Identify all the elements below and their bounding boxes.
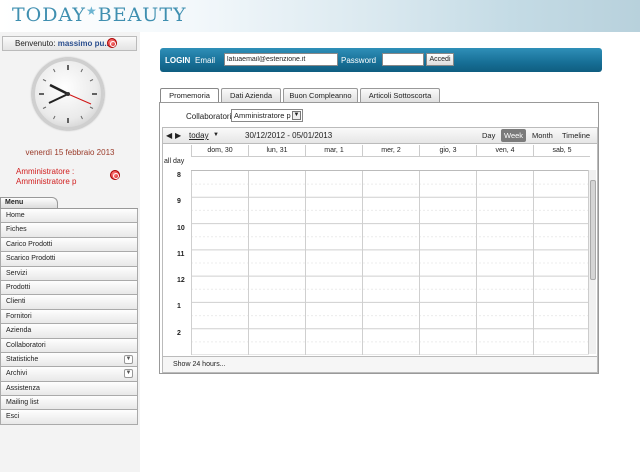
calendar-toolbar: ◀ ▶ today ▼ 30/12/2012 - 05/01/2013 Day … — [163, 128, 597, 144]
tab-articoli-sottoscorta[interactable]: Articoli Sottoscorta — [360, 88, 440, 102]
calendar: ◀ ▶ today ▼ 30/12/2012 - 05/01/2013 Day … — [162, 127, 598, 373]
day-header[interactable]: dom, 30 — [191, 145, 248, 157]
sidebar-item-statistiche[interactable]: Statistiche ▼ — [0, 352, 138, 368]
chevron-down-icon[interactable]: ▼ — [124, 369, 133, 379]
grid-lines — [191, 171, 589, 355]
password-field[interactable] — [382, 53, 424, 66]
hour-label: 11 — [177, 250, 185, 258]
password-label: Password — [341, 56, 377, 65]
hour-label: 10 — [177, 224, 185, 232]
day-header[interactable]: mar, 1 — [305, 145, 362, 157]
current-date: venerdì 15 febbraio 2013 — [25, 148, 115, 157]
sidebar-item-scarico-prodotti[interactable]: Scarico Prodotti — [0, 252, 138, 267]
promemoria-panel: Collaboratori Amministratore p ▼ ◀ ▶ tod… — [159, 102, 599, 374]
menu-tab[interactable]: Menu — [0, 197, 58, 208]
hour-label: 1 — [177, 303, 181, 311]
analog-clock — [32, 58, 104, 130]
tab-buon-compleanno[interactable]: Buon Compleanno — [283, 88, 358, 102]
view-month-button[interactable]: Month — [529, 129, 556, 142]
sidebar-item-servizi[interactable]: Servizi — [0, 266, 138, 281]
day-header[interactable]: gio, 3 — [419, 145, 476, 157]
hour-label: 2 — [177, 329, 181, 337]
collaboratori-select[interactable]: Amministratore p ▼ — [231, 109, 303, 122]
tab-promemoria[interactable]: Promemoria — [160, 88, 219, 103]
email-field[interactable] — [224, 53, 338, 66]
login-title: LOGIN — [165, 56, 191, 65]
sidebar-item-fiches[interactable]: Fiches — [0, 223, 138, 238]
day-header[interactable]: lun, 31 — [248, 145, 305, 157]
collaboratori-label: Collaboratori — [186, 112, 232, 121]
sidebar-item-prodotti[interactable]: Prodotti — [0, 280, 138, 296]
all-day-label: all day — [164, 158, 185, 165]
next-arrow-icon[interactable]: ▶ — [175, 131, 181, 140]
sidebar-item-clienti[interactable]: Clienti — [0, 295, 138, 310]
prev-arrow-icon[interactable]: ◀ — [166, 131, 172, 140]
today-button[interactable]: today — [189, 131, 209, 140]
hour-label: 9 — [177, 198, 181, 206]
app-header: TODAY★BEAUTY — [0, 0, 640, 32]
clock-face-icon — [39, 65, 97, 123]
view-timeline-button[interactable]: Timeline — [559, 129, 593, 142]
chevron-down-icon: ▼ — [292, 111, 301, 120]
scrollbar-thumb[interactable] — [590, 180, 596, 280]
day-header[interactable]: ven, 4 — [476, 145, 533, 157]
sidebar-item-mailing-list[interactable]: Mailing list — [0, 396, 138, 411]
sidebar-item-esci[interactable]: Esci — [0, 410, 138, 425]
sidebar-item-carico-prodotti[interactable]: Carico Prodotti — [0, 237, 138, 253]
view-day-button[interactable]: Day — [479, 129, 498, 142]
hour-label: 12 — [177, 277, 185, 285]
sidebar-item-assistenza[interactable]: Assistenza — [0, 381, 138, 397]
view-week-button[interactable]: Week — [501, 129, 527, 142]
show-24-hours-link[interactable]: Show 24 hours... — [163, 356, 597, 372]
star-icon: ★ — [85, 4, 98, 18]
sidebar-item-home[interactable]: Home — [0, 209, 138, 224]
sidebar-item-azienda[interactable]: Azienda — [0, 324, 138, 339]
admin-logout-icon[interactable] — [110, 170, 120, 180]
day-header[interactable]: mer, 2 — [362, 145, 419, 157]
time-grid[interactable] — [191, 170, 589, 355]
login-button[interactable]: Accedi — [426, 53, 454, 66]
admin-info: Amministratore : Amministratore p — [16, 167, 77, 186]
sidebar-item-archivi[interactable]: Archivi ▼ — [0, 367, 138, 382]
login-bar: LOGIN Email Password Accedi — [160, 48, 602, 72]
logout-icon[interactable] — [107, 38, 117, 48]
tab-dati-azienda[interactable]: Dati Azienda — [221, 88, 281, 102]
app-logo: TODAY★BEAUTY — [12, 4, 187, 26]
date-range: 30/12/2012 - 05/01/2013 — [245, 131, 333, 140]
welcome-user[interactable]: massimo pu... — [58, 39, 111, 48]
chevron-down-icon[interactable]: ▼ — [124, 354, 133, 364]
calendar-scrollbar[interactable] — [588, 170, 596, 354]
sidebar-item-collaboratori[interactable]: Collaboratori — [0, 338, 138, 353]
sidebar-item-fornitori[interactable]: Fornitori — [0, 309, 138, 325]
day-header[interactable]: sab, 5 — [533, 145, 590, 157]
hour-label: 8 — [177, 172, 181, 179]
sidebar-menu: Home Fiches Carico Prodotti Scarico Prodott… — [0, 208, 138, 425]
email-label: Email — [195, 56, 216, 65]
today-dropdown-icon[interactable]: ▼ — [213, 132, 219, 138]
